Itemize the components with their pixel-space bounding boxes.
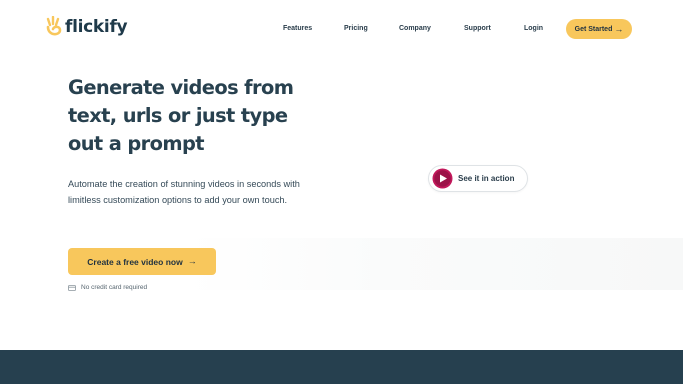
nav-link-company[interactable]: Company — [399, 25, 431, 32]
hero-background-panel — [185, 238, 683, 290]
get-started-button[interactable]: Get Started → — [566, 19, 632, 39]
see-it-in-action-button[interactable]: See it in action — [428, 165, 528, 192]
brand-logo[interactable]: flickify — [45, 16, 128, 38]
play-icon — [432, 168, 453, 189]
brand-name: flickify — [65, 17, 128, 37]
no-credit-card-label: No credit card required — [81, 284, 148, 291]
see-it-in-action-label: See it in action — [458, 174, 515, 183]
arrow-right-icon: → — [614, 23, 624, 34]
top-navigation: flickify Features Pricing Company Suppor… — [0, 0, 683, 58]
footer-band — [0, 350, 683, 384]
nav-link-pricing[interactable]: Pricing — [344, 25, 368, 32]
no-credit-card-note: No credit card required — [68, 284, 147, 291]
flickify-logo-icon — [46, 16, 62, 36]
nav-link-support[interactable]: Support — [464, 25, 491, 32]
create-free-video-label: Create a free video now — [87, 256, 183, 267]
nav-link-features[interactable]: Features — [283, 25, 312, 32]
nav-link-login[interactable]: Login — [524, 25, 543, 32]
get-started-label: Get Started — [574, 25, 613, 33]
create-free-video-button[interactable]: Create a free video now → — [68, 248, 216, 275]
hero-title: Generate videos from text, urls or just … — [68, 76, 294, 155]
hero-subtitle: Automate the creation of stunning videos… — [68, 179, 300, 205]
arrow-right-icon: → — [187, 256, 197, 266]
credit-card-icon — [68, 284, 76, 291]
